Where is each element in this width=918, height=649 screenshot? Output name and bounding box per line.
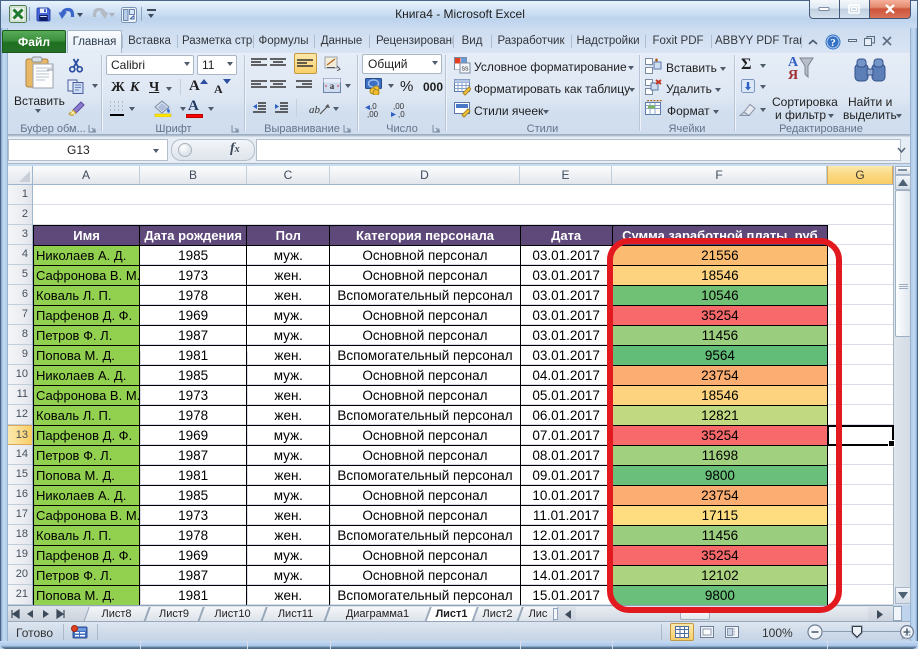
svg-text:,00: ,00 [367, 110, 379, 118]
svg-text:ss: ss [462, 66, 470, 73]
svg-text:ab: ab [309, 104, 321, 116]
svg-text:?: ? [830, 37, 836, 49]
svg-text:a: a [330, 81, 335, 91]
svg-text:,0: ,0 [398, 110, 405, 118]
